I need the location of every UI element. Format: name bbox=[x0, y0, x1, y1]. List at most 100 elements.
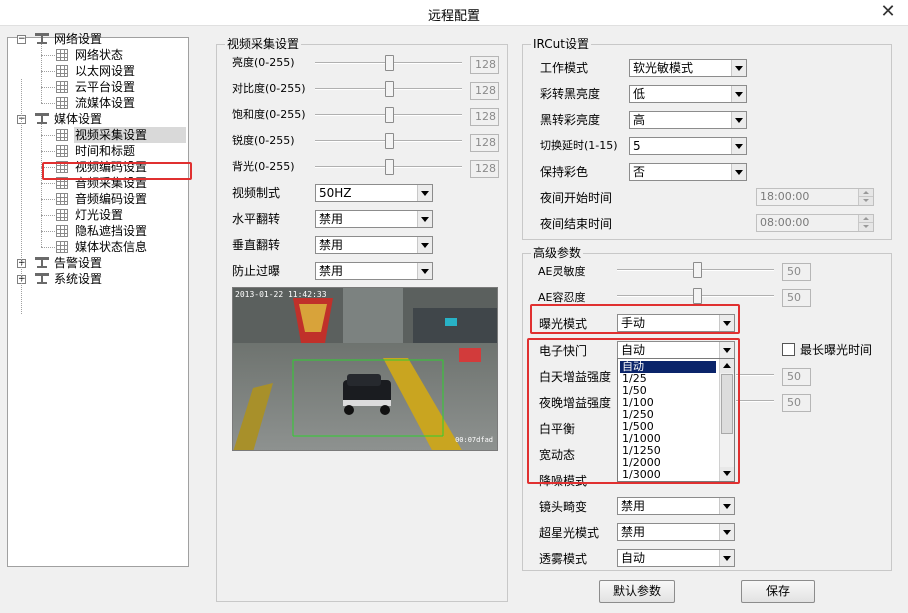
video-slider[interactable] bbox=[315, 55, 462, 71]
ae-tolerance-slider[interactable] bbox=[617, 288, 774, 304]
save-button[interactable]: 保存 bbox=[741, 580, 815, 603]
video-select[interactable]: 禁用 bbox=[315, 210, 433, 228]
select-label: 垂直翻转 bbox=[232, 238, 281, 252]
grid-node-icon bbox=[56, 65, 68, 77]
defaults-button[interactable]: 默认参数 bbox=[599, 580, 675, 603]
ae-tolerance-value[interactable]: 50 bbox=[782, 289, 811, 307]
grid-node-icon bbox=[56, 161, 68, 173]
chevron-down-icon[interactable] bbox=[719, 315, 734, 331]
tree-connector bbox=[41, 199, 55, 200]
night-gain-value[interactable]: 50 bbox=[782, 394, 811, 412]
day-gain-slider[interactable] bbox=[736, 367, 774, 383]
shutter-option[interactable]: 1/3000 bbox=[620, 469, 661, 481]
chevron-down-icon[interactable] bbox=[719, 550, 734, 566]
day-gain-value[interactable]: 50 bbox=[782, 368, 811, 386]
shutter-select[interactable]: 自动 bbox=[617, 341, 735, 359]
slider-thumb[interactable] bbox=[385, 159, 394, 175]
tree-item-label[interactable]: 音频采集设置 bbox=[75, 175, 147, 191]
chevron-down-icon[interactable] bbox=[731, 112, 746, 128]
tree-item-label[interactable]: 灯光设置 bbox=[75, 207, 123, 223]
tree-item-label[interactable]: 系统设置 bbox=[54, 271, 102, 287]
tree-item-label[interactable]: 视频采集设置 bbox=[75, 127, 147, 143]
dropdown-scrollbar[interactable] bbox=[719, 359, 734, 481]
tree-item-label[interactable]: 网络设置 bbox=[54, 31, 102, 47]
starlight-value: 禁用 bbox=[621, 525, 646, 539]
defog-select[interactable]: 自动 bbox=[617, 549, 735, 567]
slider-value[interactable]: 128 bbox=[470, 82, 499, 100]
scroll-thumb[interactable] bbox=[721, 374, 733, 434]
chevron-down-icon[interactable] bbox=[731, 138, 746, 154]
slider-thumb[interactable] bbox=[385, 133, 394, 149]
close-icon[interactable]: ✕ bbox=[878, 2, 898, 22]
spin-up-icon[interactable] bbox=[858, 189, 873, 197]
slider-value[interactable]: 128 bbox=[470, 134, 499, 152]
chevron-down-icon[interactable] bbox=[719, 524, 734, 540]
chevron-down-icon[interactable] bbox=[731, 164, 746, 180]
night-start-time[interactable]: 18:00:00 bbox=[756, 188, 874, 206]
tree-item-label[interactable]: 时间和标题 bbox=[75, 143, 135, 159]
spin-down-icon[interactable] bbox=[858, 197, 873, 205]
chevron-down-icon[interactable] bbox=[417, 263, 432, 279]
tree-item-label[interactable]: 视频编码设置 bbox=[75, 159, 147, 175]
tree-item-label[interactable]: 音频编码设置 bbox=[75, 191, 147, 207]
night-gain-slider[interactable] bbox=[736, 393, 774, 409]
slider-thumb[interactable] bbox=[693, 262, 702, 278]
ae-sensitivity-slider[interactable] bbox=[617, 262, 774, 278]
tree-item-label[interactable]: 告警设置 bbox=[54, 255, 102, 271]
slider-value[interactable]: 128 bbox=[470, 160, 499, 178]
video-slider[interactable] bbox=[315, 107, 462, 123]
max-exposure-checkbox[interactable] bbox=[782, 343, 795, 356]
video-select[interactable]: 50HZ bbox=[315, 184, 433, 202]
spin-down-icon[interactable] bbox=[858, 223, 873, 231]
slider-thumb[interactable] bbox=[693, 288, 702, 304]
folder-node-icon bbox=[35, 257, 49, 269]
exposure-mode-select[interactable]: 手动 bbox=[617, 314, 735, 332]
video-select[interactable]: 禁用 bbox=[315, 262, 433, 280]
slider-value[interactable]: 128 bbox=[470, 56, 499, 74]
slider-thumb[interactable] bbox=[385, 55, 394, 71]
chevron-down-icon[interactable] bbox=[731, 86, 746, 102]
slider-thumb[interactable] bbox=[385, 107, 394, 123]
select-value: 否 bbox=[633, 165, 646, 179]
folder-node-icon bbox=[35, 113, 49, 125]
chevron-down-icon[interactable] bbox=[417, 185, 432, 201]
ircut-label: 工作模式 bbox=[540, 61, 589, 75]
chevron-down-icon[interactable] bbox=[719, 342, 734, 358]
tree-item-label[interactable]: 云平台设置 bbox=[75, 79, 135, 95]
scroll-down-icon[interactable] bbox=[720, 467, 734, 481]
chevron-down-icon[interactable] bbox=[731, 60, 746, 76]
ircut-select[interactable]: 软光敏模式 bbox=[629, 59, 747, 77]
ircut-select[interactable]: 高 bbox=[629, 111, 747, 129]
ircut-select[interactable]: 低 bbox=[629, 85, 747, 103]
collapse-icon[interactable]: − bbox=[17, 35, 26, 44]
slider-value[interactable]: 128 bbox=[470, 108, 499, 126]
ircut-title: IRCut设置 bbox=[531, 37, 591, 51]
lens-distortion-select[interactable]: 禁用 bbox=[617, 497, 735, 515]
title-bar: 远程配置 ✕ bbox=[0, 0, 908, 26]
chevron-down-icon[interactable] bbox=[417, 237, 432, 253]
denoise-label: 降噪模式 bbox=[539, 474, 588, 488]
ircut-select[interactable]: 否 bbox=[629, 163, 747, 181]
video-slider[interactable] bbox=[315, 159, 462, 175]
spin-up-icon[interactable] bbox=[858, 215, 873, 223]
starlight-select[interactable]: 禁用 bbox=[617, 523, 735, 541]
ae-sensitivity-label: AE灵敏度 bbox=[538, 265, 586, 278]
scroll-up-icon[interactable] bbox=[720, 359, 734, 373]
tree-item-label[interactable]: 隐私遮挡设置 bbox=[75, 223, 147, 239]
tree-item-label[interactable]: 媒体状态信息 bbox=[75, 239, 147, 255]
tree-item-label[interactable]: 媒体设置 bbox=[54, 111, 102, 127]
slider-thumb[interactable] bbox=[385, 81, 394, 97]
video-slider[interactable] bbox=[315, 133, 462, 149]
night-end-time[interactable]: 08:00:00 bbox=[756, 214, 874, 232]
tree-item-label[interactable]: 流媒体设置 bbox=[75, 95, 135, 111]
ae-sensitivity-value[interactable]: 50 bbox=[782, 263, 811, 281]
video-slider[interactable] bbox=[315, 81, 462, 97]
tree-item-label[interactable]: 以太网设置 bbox=[75, 63, 135, 79]
chevron-down-icon[interactable] bbox=[417, 211, 432, 227]
grid-node-icon bbox=[56, 49, 68, 61]
tree-item-label[interactable]: 网络状态 bbox=[75, 47, 123, 63]
shutter-dropdown-list[interactable]: 自动 1/25 1/50 1/100 1/250 1/500 1/1000 1/1250 1/2… bbox=[617, 358, 735, 482]
chevron-down-icon[interactable] bbox=[719, 498, 734, 514]
video-select[interactable]: 禁用 bbox=[315, 236, 433, 254]
ircut-select[interactable]: 5 bbox=[629, 137, 747, 155]
